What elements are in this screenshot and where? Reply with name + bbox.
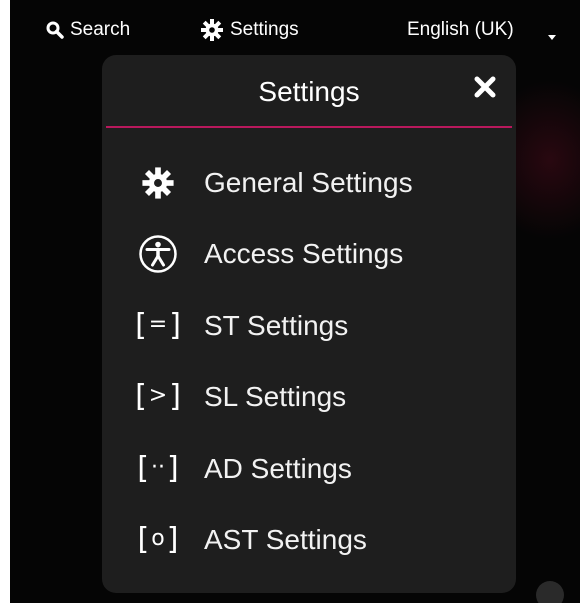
menu-item-ad-settings[interactable]: [··] AD Settings <box>102 433 516 505</box>
menu-item-label: Access Settings <box>204 238 404 270</box>
header-divider <box>106 126 512 128</box>
close-button[interactable] <box>472 76 498 102</box>
ast-bracket-icon: [o] <box>137 522 179 558</box>
language-selector[interactable]: English (UK) <box>407 17 514 43</box>
menu-item-access-settings[interactable]: Access Settings <box>102 219 516 291</box>
language-label: English (UK) <box>407 19 514 40</box>
app-background: Search Settings English (UK) Settings Ge… <box>10 0 580 603</box>
accessibility-icon <box>136 232 180 276</box>
search-label: Search <box>70 19 131 40</box>
settings-label: Settings <box>230 19 299 40</box>
st-glyph: = <box>148 311 168 337</box>
menu-item-label: AST Settings <box>204 524 367 556</box>
search-icon <box>46 21 64 39</box>
st-bracket-icon: [=] <box>135 307 181 343</box>
search-button[interactable]: Search <box>46 17 130 43</box>
settings-panel: Settings General Settings Access Setting… <box>102 55 516 593</box>
caret-down-icon[interactable] <box>548 27 556 45</box>
sl-glyph: > <box>148 383 168 409</box>
panel-header: Settings <box>102 55 516 127</box>
background-dot <box>536 581 564 603</box>
panel-title: Settings <box>258 76 360 107</box>
menu-item-label: AD Settings <box>204 452 352 484</box>
ad-bracket-icon: [··] <box>137 450 179 486</box>
gear-icon <box>136 161 180 205</box>
settings-menu: General Settings Access Settings [=] S… <box>102 147 516 576</box>
settings-button[interactable]: Settings <box>200 17 299 43</box>
menu-item-ast-settings[interactable]: [o] AST Settings <box>102 505 516 577</box>
ad-glyph: ·· <box>151 454 165 480</box>
top-bar: Search Settings English (UK) <box>10 0 580 58</box>
gear-icon <box>200 18 224 42</box>
sl-bracket-icon: [>] <box>135 379 181 415</box>
close-icon <box>474 76 496 103</box>
ast-glyph: o <box>151 526 165 552</box>
menu-item-st-settings[interactable]: [=] ST Settings <box>102 290 516 362</box>
menu-item-label: ST Settings <box>204 309 349 341</box>
menu-item-sl-settings[interactable]: [>] SL Settings <box>102 362 516 434</box>
menu-item-general-settings[interactable]: General Settings <box>102 147 516 219</box>
menu-item-label: General Settings <box>204 166 413 198</box>
menu-item-label: SL Settings <box>204 381 347 413</box>
